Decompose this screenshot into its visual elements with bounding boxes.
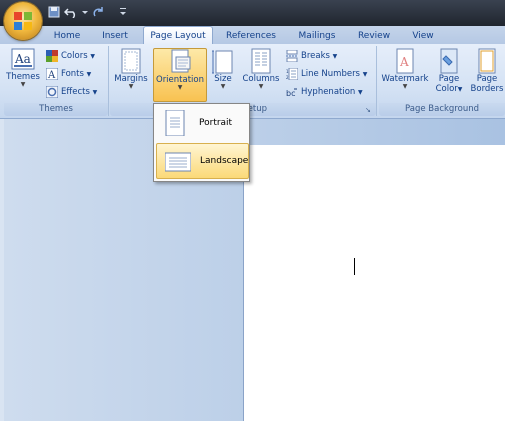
chevron-down-icon: ▼ — [332, 53, 338, 60]
tab-review[interactable]: Review — [352, 28, 396, 44]
line-numbers-button[interactable]: 1 2 Line Numbers ▼ — [286, 66, 367, 82]
page-background-group-label: Page Background — [379, 103, 505, 116]
svg-text:bc: bc — [286, 89, 295, 98]
margins-icon — [121, 48, 141, 74]
size-icon — [212, 50, 233, 74]
margins-button[interactable]: Margins ▼ — [113, 48, 149, 100]
page-background-group: A Watermark ▼ Page Color▼ Page Borders P… — [379, 46, 505, 116]
breaks-icon — [286, 49, 298, 62]
colors-button[interactable]: Colors ▼ — [46, 48, 95, 64]
ribbon: Aa Themes ▼ Colors ▼ A Fonts ▼ Effects ▼ … — [0, 44, 505, 119]
orientation-button[interactable]: Orientation ▼ — [153, 48, 207, 102]
title-bar — [0, 0, 505, 26]
chevron-down-icon: ▼ — [362, 71, 368, 78]
hyphenation-button[interactable]: bc Hyphenation ▼ — [286, 84, 363, 100]
status-edge — [0, 421, 505, 425]
portrait-page-icon — [165, 110, 185, 136]
redo-icon[interactable] — [92, 6, 106, 20]
text-cursor — [354, 258, 355, 275]
themes-group-label: Themes — [4, 103, 108, 116]
orientation-icon — [171, 49, 191, 73]
size-button[interactable]: Size ▼ — [209, 48, 237, 100]
chevron-down-icon: ▼ — [358, 89, 363, 96]
page-setup-launcher-icon[interactable]: ↘ — [365, 106, 373, 114]
effects-icon — [45, 85, 59, 98]
portrait-label: Portrait — [199, 118, 233, 128]
chevron-down-icon: ▼ — [128, 83, 134, 90]
svg-text:A: A — [47, 70, 56, 80]
fonts-button[interactable]: A Fonts ▼ — [45, 66, 92, 82]
document-page[interactable] — [243, 145, 505, 422]
orientation-menu: Portrait Landscape — [153, 103, 250, 182]
themes-icon: Aa — [11, 48, 35, 70]
menu-item-landscape[interactable]: Landscape — [156, 143, 249, 179]
chevron-down-icon: ▼ — [258, 83, 264, 90]
office-logo-icon — [14, 12, 32, 30]
tab-view[interactable]: View — [404, 28, 442, 44]
save-icon[interactable] — [48, 6, 60, 20]
chevron-down-icon: ▼ — [402, 83, 408, 90]
landscape-page-icon — [165, 152, 191, 172]
tab-mailings[interactable]: Mailings — [290, 28, 344, 44]
colors-icon — [46, 49, 58, 62]
watermark-icon: A — [396, 48, 414, 74]
themes-group: Aa Themes ▼ Colors ▼ A Fonts ▼ Effects ▼ … — [4, 46, 109, 116]
customize-qat-icon[interactable] — [120, 6, 126, 20]
chevron-down-icon: ▼ — [457, 86, 463, 93]
watermark-button[interactable]: A Watermark ▼ — [381, 48, 429, 100]
chevron-down-icon: ▼ — [86, 71, 92, 78]
columns-button[interactable]: Columns ▼ — [241, 48, 281, 100]
office-button[interactable] — [4, 2, 42, 40]
page-borders-button[interactable]: Page Borders — [469, 48, 505, 100]
chevron-down-icon: ▼ — [220, 83, 226, 90]
fonts-icon: A — [45, 67, 59, 81]
undo-dropdown-icon[interactable] — [82, 6, 88, 20]
page-color-button[interactable]: Page Color▼ — [433, 48, 465, 100]
landscape-label: Landscape — [200, 156, 249, 166]
chevron-down-icon: ▼ — [177, 84, 183, 91]
ribbon-tabs: Home Insert Page Layout References Maili… — [0, 26, 505, 45]
chevron-down-icon: ▼ — [90, 53, 95, 60]
line-numbers-icon: 12 — [286, 67, 299, 80]
tab-page-layout[interactable]: Page Layout — [143, 26, 213, 45]
themes-button[interactable]: Aa Themes ▼ — [6, 48, 40, 100]
page-color-icon — [440, 48, 458, 74]
undo-icon[interactable] — [63, 6, 78, 20]
chevron-down-icon: ▼ — [92, 89, 98, 96]
tab-home[interactable]: Home — [48, 28, 86, 44]
tab-references[interactable]: References — [220, 28, 282, 44]
tab-insert[interactable]: Insert — [95, 28, 135, 44]
page-borders-icon — [478, 48, 496, 74]
word-window: Home Insert Page Layout References Maili… — [0, 0, 505, 425]
chevron-down-icon: ▼ — [20, 81, 26, 88]
effects-button[interactable]: Effects ▼ — [45, 84, 98, 100]
columns-icon — [251, 48, 271, 74]
hyphenation-icon: bc — [286, 86, 298, 98]
svg-text:Aa: Aa — [14, 52, 31, 66]
svg-text:A: A — [399, 55, 409, 69]
breaks-button[interactable]: Breaks ▼ — [286, 48, 337, 64]
menu-item-portrait[interactable]: Portrait — [156, 106, 247, 140]
